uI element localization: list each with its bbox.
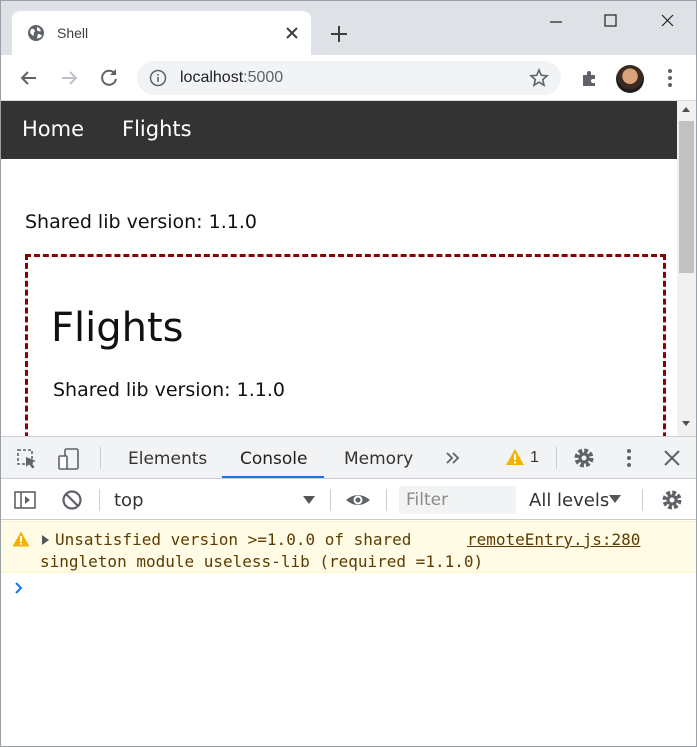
customize-kebab-icon[interactable] <box>617 446 641 470</box>
scroll-thumb[interactable] <box>679 121 694 273</box>
tab-console[interactable]: Console <box>240 449 308 469</box>
toolbar-separator <box>556 447 557 469</box>
forward-icon[interactable] <box>57 66 81 90</box>
devtools-panel: Elements Console Memory 1 top Filter All… <box>1 436 696 746</box>
toolbar-separator <box>642 489 643 511</box>
expand-triangle-icon[interactable] <box>42 535 49 545</box>
console-prompt-chevron-icon[interactable] <box>14 581 24 595</box>
levels-dropdown-caret-icon[interactable] <box>609 495 621 503</box>
menu-kebab-icon[interactable] <box>658 66 682 90</box>
remote-version-text: Shared lib version: 1.1.0 <box>53 379 285 401</box>
warning-text-line1: Unsatisfied version >=1.0.0 of shared <box>55 530 412 549</box>
tab-elements[interactable]: Elements <box>128 449 207 469</box>
new-tab-icon[interactable] <box>327 22 351 46</box>
remote-app-container: Flights Shared lib version: 1.1.0 <box>25 254 666 436</box>
browser-tab[interactable]: Shell <box>12 11 311 55</box>
minimize-icon[interactable] <box>541 9 571 33</box>
app-navbar: Home Flights <box>1 101 677 159</box>
log-levels-select[interactable]: All levels <box>529 490 609 511</box>
extensions-icon[interactable] <box>578 66 602 90</box>
toolbar-separator <box>100 447 101 469</box>
nav-link-flights[interactable]: Flights <box>122 117 192 141</box>
warning-source-link[interactable]: remoteEntry.js:280 <box>467 530 640 549</box>
live-expression-eye-icon[interactable] <box>345 488 371 512</box>
console-settings-gear-icon[interactable] <box>660 488 684 512</box>
tab-memory[interactable]: Memory <box>344 449 413 469</box>
console-warning-message[interactable]: Unsatisfied version >=1.0.0 of shared re… <box>1 521 696 573</box>
close-window-icon[interactable] <box>653 9 683 33</box>
warning-text-line2: singleton module useless-lib (required =… <box>40 552 484 571</box>
nav-link-home[interactable]: Home <box>22 117 84 141</box>
device-toolbar-icon[interactable] <box>57 447 81 471</box>
console-filter-bar: top All levels <box>1 480 696 520</box>
clear-console-icon[interactable] <box>60 488 84 512</box>
bookmark-star-icon[interactable] <box>529 68 549 88</box>
toolbar-separator <box>330 489 331 511</box>
page-viewport: Home Flights Shared lib version: 1.1.0 F… <box>1 101 677 436</box>
toolbar-separator <box>386 489 387 511</box>
back-icon[interactable] <box>17 66 41 90</box>
warning-count[interactable]: 1 <box>530 449 539 467</box>
toolbar-separator <box>99 489 100 511</box>
title-bar: Shell <box>1 1 696 55</box>
url-port: :5000 <box>243 69 284 86</box>
profile-avatar[interactable] <box>616 65 644 93</box>
maximize-icon[interactable] <box>596 9 626 33</box>
show-sidebar-icon[interactable] <box>13 488 37 512</box>
browser-window: Shell localhost:5000 Home Flights Shared… <box>0 0 697 747</box>
info-icon[interactable] <box>149 69 167 87</box>
globe-icon <box>28 25 44 41</box>
console-filter-input[interactable] <box>399 486 516 514</box>
flights-heading: Flights <box>51 305 184 351</box>
page-scrollbar[interactable] <box>677 101 696 436</box>
inspect-element-icon[interactable] <box>15 447 39 471</box>
url-host: localhost <box>180 69 244 86</box>
browser-toolbar: localhost:5000 <box>1 55 696 101</box>
active-tab-indicator <box>222 476 324 478</box>
close-devtools-icon[interactable] <box>660 446 684 470</box>
settings-gear-icon[interactable] <box>572 446 596 470</box>
more-tabs-chevron-icon[interactable] <box>441 446 465 470</box>
devtools-tabbar: Elements Console Memory 1 <box>1 437 696 479</box>
reload-icon[interactable] <box>97 66 121 90</box>
warning-icon <box>12 531 30 547</box>
address-bar[interactable]: localhost:5000 <box>137 61 561 95</box>
context-dropdown-caret-icon[interactable] <box>303 496 315 504</box>
context-select[interactable]: top <box>114 490 144 511</box>
shell-version-text: Shared lib version: 1.1.0 <box>25 211 257 233</box>
url-text[interactable]: localhost:5000 <box>180 69 283 87</box>
scroll-down-arrow-icon[interactable] <box>682 421 690 426</box>
warning-icon[interactable] <box>505 448 525 466</box>
close-tab-icon[interactable] <box>282 23 302 43</box>
tab-title: Shell <box>57 25 89 41</box>
scroll-up-arrow-icon[interactable] <box>682 107 690 112</box>
